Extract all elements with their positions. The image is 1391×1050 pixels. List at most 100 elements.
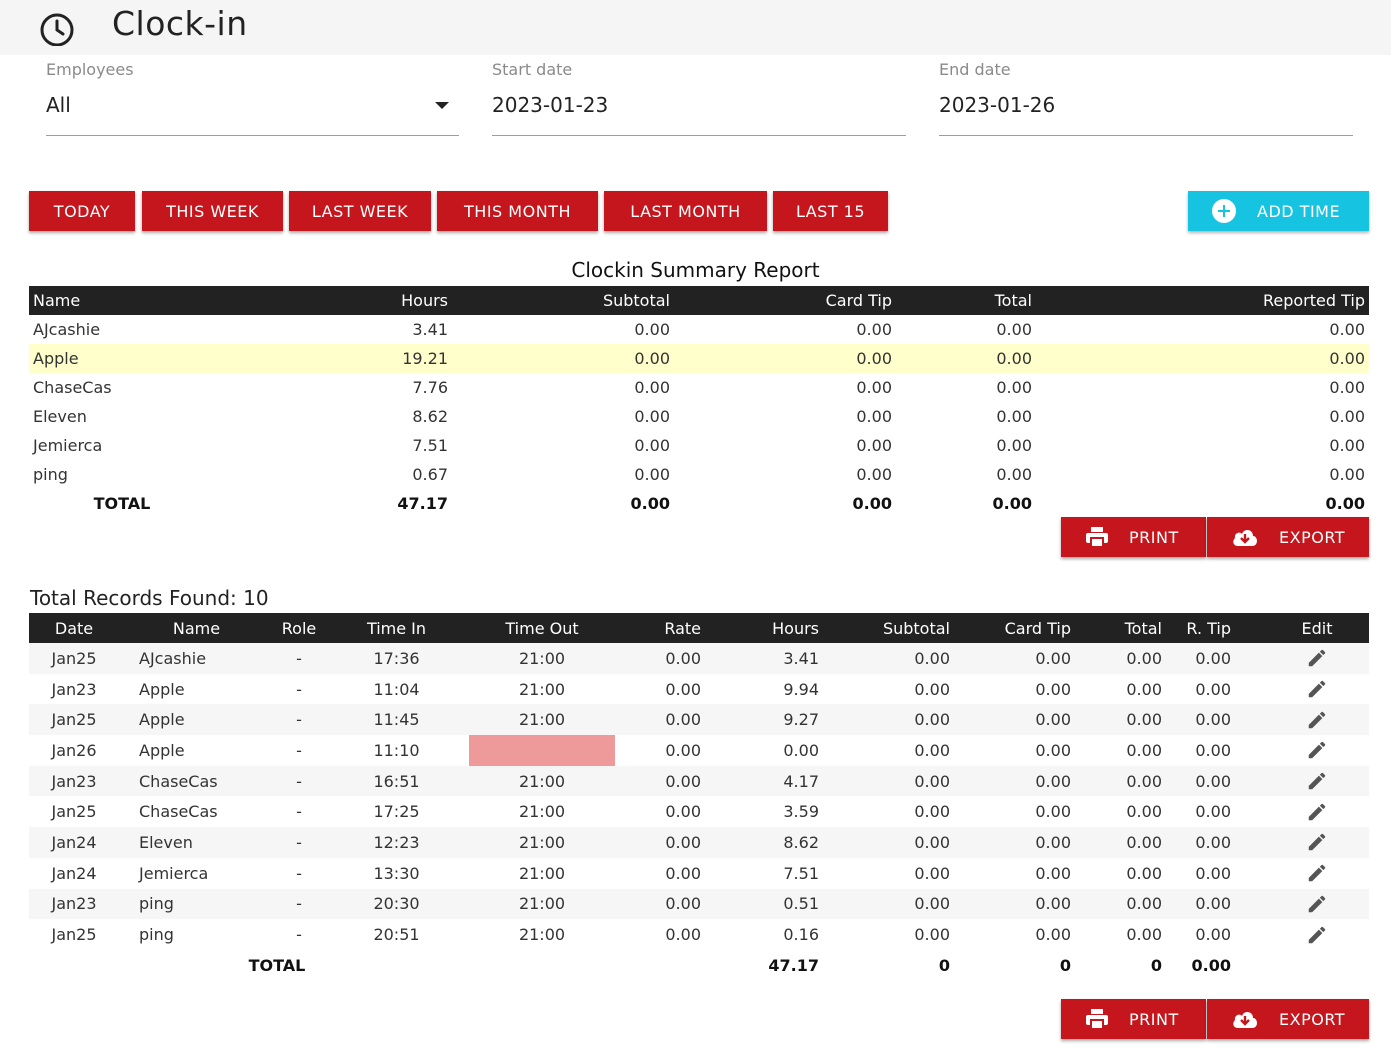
table-row: Jan24 Jemierca -13:30 21:00 0.00 7.51 0.00 0.00… xyxy=(29,857,1369,889)
pencil-icon[interactable] xyxy=(1306,831,1328,853)
today-button[interactable]: TODAY xyxy=(29,191,135,231)
cell-time-out: 21:00 xyxy=(469,673,615,705)
cell-total: 0.00 xyxy=(1091,643,1174,674)
cell-total: 0.00 xyxy=(1091,888,1174,920)
summary-cell-subtotal: 0.00 xyxy=(634,407,670,426)
col-reported-tip: Reported Tip xyxy=(1036,286,1369,315)
cell-card-tip: 0.00 xyxy=(958,919,1091,950)
cell-name: ChaseCas xyxy=(119,796,274,828)
export-label: EXPORT xyxy=(1279,1009,1346,1029)
total-total: 0.00 xyxy=(992,494,1032,513)
summary-cell-subtotal: 0.00 xyxy=(634,378,670,397)
cell-role: - xyxy=(274,888,324,920)
total-subtotal: 0.00 xyxy=(630,494,670,513)
this-month-button[interactable]: THIS MONTH xyxy=(437,191,598,231)
cell-r-tip: 0.00 xyxy=(1174,827,1265,858)
table-row: Jan25 ChaseCas -17:25 21:00 0.00 3.59 0.00 0.00… xyxy=(29,796,1369,828)
page-title: Clock-in xyxy=(112,4,248,43)
last-week-button[interactable]: LAST WEEK xyxy=(289,191,431,231)
printer-icon xyxy=(1086,1009,1108,1030)
pencil-icon[interactable] xyxy=(1306,801,1328,823)
end-date-value: 2023-01-26 xyxy=(939,93,1056,117)
employees-select[interactable]: Employees All xyxy=(46,58,459,136)
print-label: PRINT xyxy=(1129,1009,1179,1029)
cell-time-in: 11:45 xyxy=(324,704,469,736)
cell-time-in: 20:51 xyxy=(324,919,469,950)
records-export-button[interactable]: EXPORT xyxy=(1207,999,1369,1039)
pencil-icon[interactable] xyxy=(1306,739,1328,761)
table-row: Jan23 Apple -11:04 21:00 0.00 9.94 0.00 0.00 0.0… xyxy=(29,673,1369,705)
pencil-icon[interactable] xyxy=(1306,709,1328,731)
cell-subtotal: 0.00 xyxy=(843,673,958,705)
employees-label: Employees xyxy=(46,60,134,79)
table-row: Jan24 Eleven -12:23 21:00 0.00 8.62 0.00 0.00 0.… xyxy=(29,827,1369,858)
pencil-icon[interactable] xyxy=(1306,893,1328,915)
cell-hours: 9.27 xyxy=(725,704,843,736)
cell-role: - xyxy=(274,643,324,674)
cell-name: ChaseCas xyxy=(119,765,274,797)
chevron-down-icon[interactable] xyxy=(435,102,449,109)
cell-subtotal: 0.00 xyxy=(843,827,958,858)
cell-name: Apple xyxy=(119,673,274,705)
summary-table: Name Hours Subtotal Card Tip Total Repor… xyxy=(29,286,1369,518)
cell-time-in: 11:04 xyxy=(324,673,469,705)
table-row: Jan25 ping -20:51 21:00 0.00 0.16 0.00 0.00 0.00… xyxy=(29,919,1369,950)
cell-hours: 0.00 xyxy=(725,735,843,766)
col-subtotal: Subtotal xyxy=(843,613,958,643)
summary-cell-hours: 19.21 xyxy=(179,344,452,373)
total-hours: 47.17 xyxy=(397,494,448,513)
cell-subtotal: 0.00 xyxy=(843,735,958,766)
cell-hours: 7.51 xyxy=(725,857,843,889)
col-time-out: Time Out xyxy=(469,613,615,643)
col-name: Name xyxy=(29,286,179,315)
col-card-tip: Card Tip xyxy=(958,613,1091,643)
cell-subtotal: 0.00 xyxy=(843,919,958,950)
cell-hours: 3.59 xyxy=(725,796,843,828)
end-date-label: End date xyxy=(939,60,1011,79)
start-date-label: Start date xyxy=(492,60,573,79)
cell-date: Jan23 xyxy=(29,888,119,920)
cell-edit xyxy=(1265,704,1369,736)
cell-r-tip: 0.00 xyxy=(1174,796,1265,828)
summary-cell-hours: 0.67 xyxy=(412,465,448,484)
pencil-icon[interactable] xyxy=(1306,678,1328,700)
table-row: Jan23 ChaseCas -16:51 21:00 0.00 4.17 0.00 0.00… xyxy=(29,765,1369,797)
summary-export-button[interactable]: EXPORT xyxy=(1207,517,1369,557)
cell-time-in: 17:25 xyxy=(324,796,469,828)
summary-cell-card-tip: 0.00 xyxy=(856,320,892,339)
clock-icon xyxy=(40,13,74,46)
last-15-button[interactable]: LAST 15 xyxy=(773,191,888,231)
cell-subtotal: 0.00 xyxy=(843,765,958,797)
cell-card-tip: 0.00 xyxy=(958,827,1091,858)
records-total-card-tip: 0 xyxy=(958,949,1091,981)
summary-cell-reported-tip: 0.00 xyxy=(1329,407,1365,426)
start-date-field[interactable]: Start date 2023-01-23 xyxy=(492,58,906,136)
summary-print-button[interactable]: PRINT xyxy=(1061,517,1206,557)
last-month-button[interactable]: LAST MONTH xyxy=(604,191,767,231)
cell-hours: 8.62 xyxy=(725,827,843,858)
cell-total: 0.00 xyxy=(1091,765,1174,797)
summary-cell-name: Apple xyxy=(29,344,179,373)
pencil-icon[interactable] xyxy=(1306,924,1328,946)
add-time-button[interactable]: ADD TIME xyxy=(1188,191,1369,231)
pencil-icon[interactable] xyxy=(1306,647,1328,669)
cell-time-in: 16:51 xyxy=(324,765,469,797)
cell-role: - xyxy=(274,796,324,828)
cell-role: - xyxy=(274,765,324,797)
summary-cell-reported-tip: 0.00 xyxy=(1329,320,1365,339)
records-print-button[interactable]: PRINT xyxy=(1061,999,1206,1039)
cell-card-tip: 0.00 xyxy=(958,857,1091,889)
cell-card-tip: 0.00 xyxy=(958,704,1091,736)
pencil-icon[interactable] xyxy=(1306,862,1328,884)
cell-r-tip: 0.00 xyxy=(1174,857,1265,889)
records-total-total: 0 xyxy=(1091,949,1174,981)
cell-total: 0.00 xyxy=(1091,735,1174,766)
summary-cell-subtotal: 0.00 xyxy=(634,320,670,339)
end-date-field[interactable]: End date 2023-01-26 xyxy=(939,58,1353,136)
cell-rate: 0.00 xyxy=(615,765,725,797)
records-total-subtotal: 0 xyxy=(843,949,958,981)
cell-edit xyxy=(1265,765,1369,797)
pencil-icon[interactable] xyxy=(1306,770,1328,792)
this-week-button[interactable]: THIS WEEK xyxy=(142,191,283,231)
cell-date: Jan26 xyxy=(29,735,119,766)
